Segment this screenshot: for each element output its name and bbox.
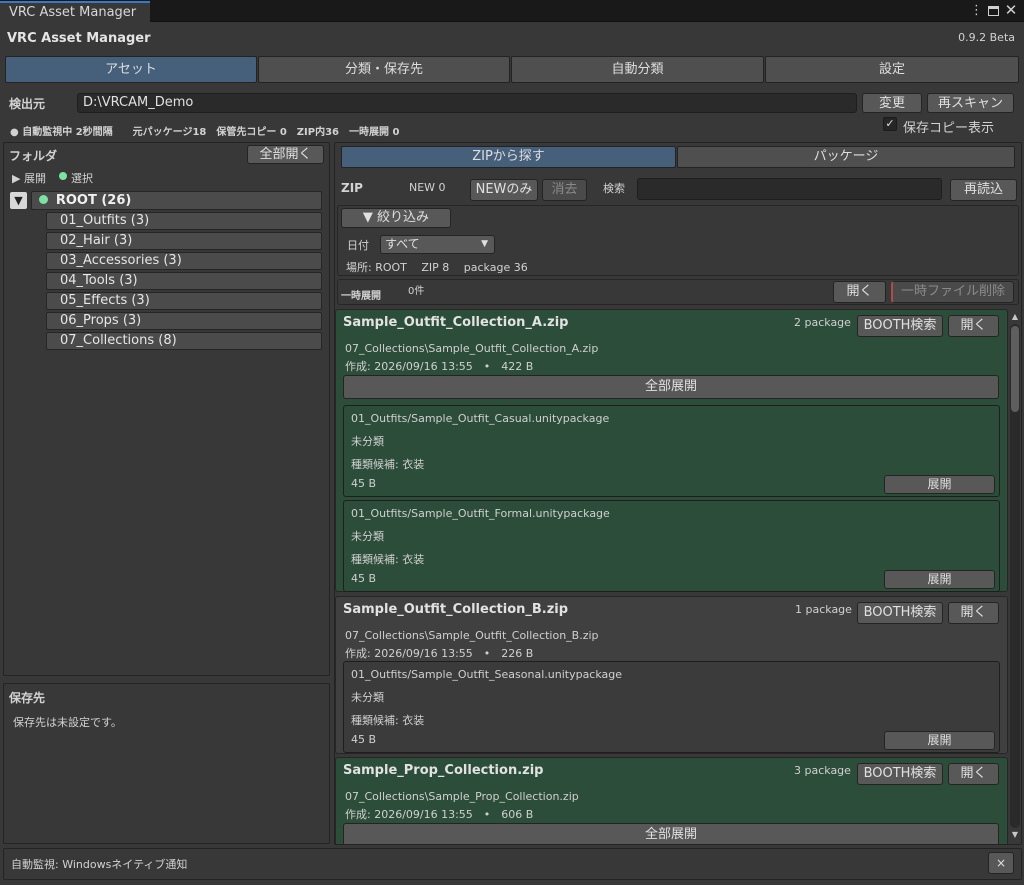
package-expand-button[interactable]: 展開 (884, 475, 995, 494)
tab-settings[interactable]: 設定 (765, 56, 1019, 83)
zip-card-meta: 作成: 2026/09/16 13:55 • 606 B (345, 808, 534, 821)
search-label: 検索 (603, 182, 625, 195)
zip-card: Sample_Prop_Collection.zip 3 package BOO… (335, 757, 1008, 844)
clear-button[interactable]: 消去 (542, 179, 587, 201)
source-path-field[interactable]: D:\VRCAM_Demo (77, 93, 857, 113)
temp-delete-button[interactable]: 一時ファイル削除 (891, 281, 1014, 303)
temp-open-button[interactable]: 開く (833, 281, 886, 303)
tree-item-tools[interactable]: 04_Tools (3) (46, 272, 322, 290)
package-type: 種類候補: 衣装 (351, 553, 425, 566)
zip-card-count: 3 package (794, 764, 851, 777)
tree-item-effects[interactable]: 05_Effects (3) (46, 292, 322, 310)
zip-card-title: Sample_Prop_Collection.zip (343, 763, 544, 778)
filter-toggle-button[interactable]: ▼ 絞り込み (341, 208, 451, 228)
editor-tab-bar (0, 0, 1024, 22)
tree-root[interactable]: ROOT (26) (31, 191, 322, 210)
legend-select: 選択 (71, 172, 93, 185)
show-copy-checkbox[interactable]: ✓ (883, 117, 897, 131)
tree-item-outfits[interactable]: 01_Outfits (3) (46, 212, 322, 230)
package-category: 未分類 (351, 435, 384, 448)
filter-summary: 場所: ROOT ZIP 8 package 36 (346, 261, 528, 274)
app-title: VRC Asset Manager (7, 31, 151, 46)
package-size: 45 B (351, 477, 377, 490)
package-name: 01_Outfits/Sample_Outfit_Seasonal.unityp… (351, 668, 623, 681)
booth-search-button[interactable]: BOOTH検索 (857, 315, 943, 337)
close-window-icon[interactable]: ✕ (1004, 2, 1018, 18)
expand-all-folders-button[interactable]: 全部開く (247, 145, 324, 164)
package-category: 未分類 (351, 691, 384, 704)
package-name: 01_Outfits/Sample_Outfit_Casual.unitypac… (351, 412, 610, 425)
zip-card-title: Sample_Outfit_Collection_A.zip (343, 315, 569, 330)
zip-card-path: 07_Collections\Sample_Prop_Collection.zi… (345, 790, 579, 803)
new-count: NEW 0 (409, 181, 446, 194)
search-input[interactable] (637, 178, 942, 200)
zip-card-meta: 作成: 2026/09/16 13:55 • 422 B (345, 360, 534, 373)
zip-card: Sample_Outfit_Collection_A.zip 2 package… (335, 309, 1008, 592)
package-name: 01_Outfits/Sample_Outfit_Formal.unitypac… (351, 507, 610, 520)
zip-card-title: Sample_Outfit_Collection_B.zip (343, 602, 569, 617)
package-type: 種類候補: 衣装 (351, 458, 425, 471)
tree-item-hair[interactable]: 02_Hair (3) (46, 232, 322, 250)
root-label: ROOT (26) (55, 193, 132, 208)
zip-card-count: 2 package (794, 316, 851, 329)
subtab-zip-search[interactable]: ZIPから探す (341, 146, 676, 168)
status-text: 自動監視: Windowsネイティブ通知 (11, 858, 188, 871)
zip-card-count: 1 package (795, 603, 852, 616)
expand-all-button[interactable]: 全部展開 (343, 375, 999, 399)
root-collapse-toggle[interactable]: ▼ (10, 192, 27, 209)
zip-card-path: 07_Collections\Sample_Outfit_Collection_… (345, 629, 599, 642)
package-item: 01_Outfits/Sample_Outfit_Formal.unitypac… (343, 500, 1000, 592)
temp-count: 0件 (408, 286, 425, 297)
booth-search-button[interactable]: BOOTH検索 (857, 602, 943, 624)
reload-button[interactable]: 再読込 (950, 179, 1017, 201)
folder-title: フォルダ (9, 149, 58, 163)
status-close-button[interactable]: × (988, 852, 1014, 874)
root-status-dot (39, 195, 48, 204)
monitor-stats: ● 自動監視中 2秒間隔 元パッケージ18 保管先コピー 0 ZIP内36 一時… (10, 127, 400, 138)
package-size: 45 B (351, 572, 377, 585)
source-label: 検出元 (9, 97, 46, 111)
package-size: 45 B (351, 733, 377, 746)
legend-select-dot (59, 172, 67, 180)
package-item: 01_Outfits/Sample_Outfit_Seasonal.unityp… (343, 661, 1000, 753)
date-label: 日付 (347, 239, 369, 252)
tree-item-accessories[interactable]: 03_Accessories (3) (46, 252, 322, 270)
package-item: 01_Outfits/Sample_Outfit_Casual.unitypac… (343, 405, 1000, 497)
package-category: 未分類 (351, 530, 384, 543)
show-copy-label: 保存コピー表示 (903, 121, 995, 136)
expand-all-button[interactable]: 全部展開 (343, 823, 999, 844)
package-expand-button[interactable]: 展開 (884, 731, 995, 750)
zip-open-button[interactable]: 開く (948, 602, 999, 624)
change-source-button[interactable]: 変更 (862, 93, 922, 113)
date-dropdown[interactable]: すべて ▼ (380, 235, 495, 254)
new-only-button[interactable]: NEWのみ (470, 179, 538, 201)
tab-assets[interactable]: アセット (5, 56, 257, 83)
chevron-down-icon: ▼ (481, 239, 488, 249)
zip-card-meta: 作成: 2026/09/16 13:55 • 226 B (345, 647, 534, 660)
zip-open-button[interactable]: 開く (948, 315, 999, 337)
more-menu-icon[interactable]: ⋮ (970, 4, 983, 18)
zip-card-path: 07_Collections\Sample_Outfit_Collection_… (345, 342, 599, 355)
package-type: 種類候補: 衣装 (351, 714, 425, 727)
package-expand-button[interactable]: 展開 (884, 570, 995, 589)
zip-label: ZIP (341, 181, 363, 195)
date-dropdown-value: すべて (385, 237, 420, 251)
maximize-icon[interactable] (988, 6, 999, 16)
version-label: 0.9.2 Beta (958, 31, 1015, 44)
zip-card: Sample_Outfit_Collection_B.zip 1 package… (335, 596, 1008, 754)
temp-label: 一時展開 (341, 291, 381, 302)
zip-list: Sample_Outfit_Collection_A.zip 2 package… (0, 309, 1024, 844)
rescan-button[interactable]: 再スキャン (927, 93, 1014, 113)
booth-search-button[interactable]: BOOTH検索 (857, 763, 943, 785)
zip-open-button[interactable]: 開く (948, 763, 999, 785)
subtab-packages[interactable]: パッケージ (677, 146, 1015, 168)
legend-expand: ▶ 展開 (12, 172, 46, 185)
tab-categories[interactable]: 分類・保存先 (258, 56, 510, 83)
tab-auto-classify[interactable]: 自動分類 (511, 56, 764, 83)
window-tab[interactable]: VRC Asset Manager (0, 1, 150, 22)
